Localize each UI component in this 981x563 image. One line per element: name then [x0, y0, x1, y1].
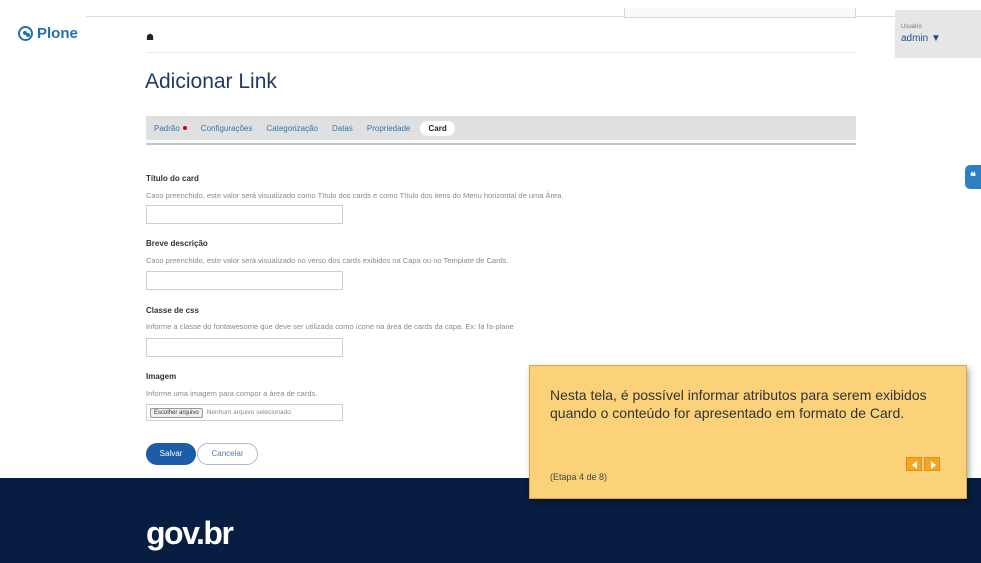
card-title-help: Caso preenchido, este valor será visuali… [146, 191, 564, 200]
css-class-help: Informe a classe do fontawesome que deve… [146, 322, 514, 331]
image-file-input[interactable]: Escolher arquivo Nenhum arquivo selecion… [146, 404, 343, 421]
cancel-button[interactable]: Cancelar [197, 443, 258, 465]
govbr-logo[interactable]: gov.br [146, 515, 234, 552]
chat-bubble-icon[interactable]: ❝ [965, 165, 981, 189]
image-help: Informe uma imagem para compor a área de… [146, 389, 318, 398]
save-button[interactable]: Salvar [146, 443, 196, 465]
user-panel[interactable]: Usuário admin ▼ [895, 10, 981, 58]
page: Plone Usuário admin ▼ ❝ ☗ Adicionar Link… [0, 0, 981, 563]
css-class-input[interactable] [146, 338, 343, 357]
plone-logo-text: Plone [37, 25, 78, 42]
image-label: Imagem [146, 372, 177, 381]
plone-logo-icon [18, 26, 33, 41]
css-class-label: Classe de css [146, 306, 199, 315]
tour-step: (Etapa 4 de 8) [550, 472, 608, 482]
tab-propriedade[interactable]: Propriedade [367, 124, 411, 133]
top-search-field[interactable] [624, 8, 856, 18]
required-dot-icon [182, 126, 187, 130]
page-title: Adicionar Link [145, 70, 277, 93]
tabs-underline [146, 143, 856, 145]
tab-categorizacao[interactable]: Categorização [266, 124, 318, 133]
previous-arrow-icon[interactable] [906, 457, 922, 471]
tour-nav [906, 457, 940, 471]
tab-label: Categorização [266, 123, 318, 133]
tab-label: Padrão [154, 123, 180, 133]
user-menu[interactable]: admin ▼ [901, 33, 941, 44]
description-label: Breve descrição [146, 239, 208, 248]
user-label: Usuário [901, 24, 922, 30]
description-help: Caso preenchido, este valor será visuali… [146, 256, 509, 265]
tab-label: Configurações [200, 123, 253, 133]
tab-label: Card [428, 123, 447, 133]
tab-card[interactable]: Card [420, 120, 455, 136]
tab-padrao[interactable]: Padrão [154, 124, 187, 133]
card-title-label: Título do card [146, 174, 199, 183]
tour-tooltip: Nesta tela, é possível informar atributo… [529, 365, 967, 499]
choose-file-button[interactable]: Escolher arquivo [150, 407, 203, 418]
next-arrow-icon[interactable] [924, 457, 940, 471]
plone-logo[interactable]: Plone [18, 25, 78, 42]
home-icon[interactable]: ☗ [146, 32, 154, 43]
tab-datas[interactable]: Datas [332, 124, 353, 133]
file-status: Nenhum arquivo selecionado [206, 409, 291, 416]
card-title-input[interactable] [146, 205, 343, 224]
tab-configuracoes[interactable]: Configurações [201, 124, 253, 133]
tab-bar: Padrão Configurações Categorização Datas… [146, 116, 856, 140]
tab-label: Datas [331, 123, 353, 133]
tab-label: Propriedade [366, 123, 411, 133]
description-input[interactable] [146, 271, 343, 290]
breadcrumb-divider [146, 52, 856, 53]
tour-text: Nesta tela, é possível informar atributo… [550, 387, 927, 421]
